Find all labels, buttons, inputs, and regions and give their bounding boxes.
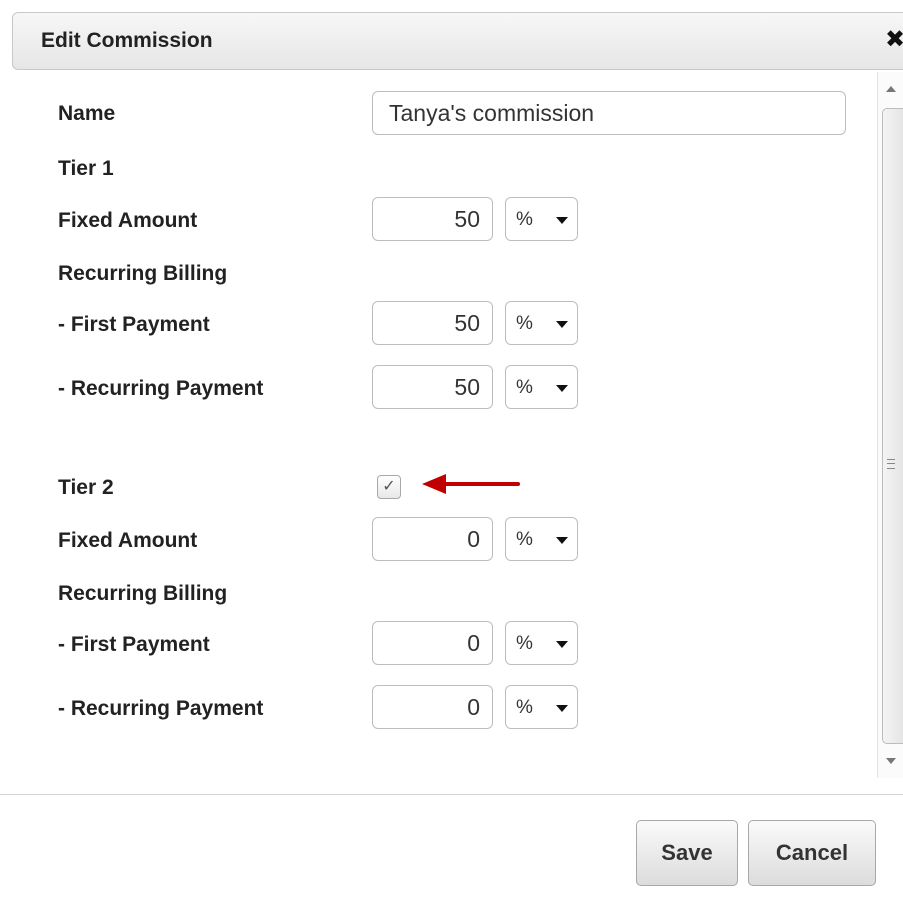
- chevron-down-icon: [556, 321, 568, 328]
- save-button[interactable]: Save: [636, 820, 738, 886]
- chevron-down-icon: [556, 217, 568, 224]
- close-icon[interactable]: ✖: [881, 26, 903, 54]
- tier1-first-payment-input[interactable]: [372, 301, 493, 345]
- name-label: Name: [58, 102, 116, 125]
- tier2-recurring-payment-label: - Recurring Payment: [58, 697, 264, 720]
- scroll-down-arrow-icon[interactable]: [886, 758, 896, 764]
- tier1-recurring-payment-input[interactable]: [372, 365, 493, 409]
- tier1-recurring-billing-label: Recurring Billing: [58, 262, 228, 285]
- scrollbar-thumb[interactable]: [882, 108, 903, 744]
- select-value: %: [516, 313, 533, 334]
- tier2-fixed-amount-unit-select[interactable]: %: [505, 517, 578, 561]
- tier2-recurring-payment-input[interactable]: [372, 685, 493, 729]
- tier1-fixed-amount-unit-select[interactable]: %: [505, 197, 578, 241]
- tier2-recurring-payment-unit-select[interactable]: %: [505, 685, 578, 729]
- tier1-recurring-payment-label: - Recurring Payment: [58, 377, 264, 400]
- tier2-first-payment-label: - First Payment: [58, 633, 210, 656]
- chevron-down-icon: [556, 705, 568, 712]
- tier2-fixed-amount-label: Fixed Amount: [58, 529, 198, 552]
- tier2-first-payment-input[interactable]: [372, 621, 493, 665]
- select-value: %: [516, 697, 533, 718]
- chevron-down-icon: [556, 537, 568, 544]
- select-value: %: [516, 529, 533, 550]
- tier1-label: Tier 1: [58, 157, 114, 180]
- tier1-fixed-amount-input[interactable]: [372, 197, 493, 241]
- footer-divider: [0, 794, 903, 795]
- dialog-body: Name Tier 1 Fixed Amount % Recurring Bil…: [0, 72, 903, 794]
- arrow-head: [422, 474, 446, 494]
- dialog-titlebar: Edit Commission ✖: [12, 12, 903, 70]
- vertical-scrollbar[interactable]: [877, 72, 903, 778]
- cancel-button[interactable]: Cancel: [748, 820, 876, 886]
- tier2-enabled-checkbox[interactable]: ✓: [377, 475, 401, 499]
- name-input[interactable]: [372, 91, 846, 135]
- tier1-first-payment-unit-select[interactable]: %: [505, 301, 578, 345]
- tier1-recurring-payment-unit-select[interactable]: %: [505, 365, 578, 409]
- red-arrow-annotation-icon: [422, 474, 520, 494]
- tier2-first-payment-unit-select[interactable]: %: [505, 621, 578, 665]
- tier2-label: Tier 2: [58, 476, 114, 499]
- grip-icon: [887, 459, 895, 469]
- chevron-down-icon: [556, 641, 568, 648]
- tier2-fixed-amount-input[interactable]: [372, 517, 493, 561]
- tier1-fixed-amount-label: Fixed Amount: [58, 209, 198, 232]
- select-value: %: [516, 633, 533, 654]
- edit-commission-dialog: Edit Commission ✖ Name Tier 1 Fixed Amou…: [0, 0, 903, 909]
- tier2-recurring-billing-label: Recurring Billing: [58, 582, 228, 605]
- chevron-down-icon: [556, 385, 568, 392]
- tier1-first-payment-label: - First Payment: [58, 313, 210, 336]
- select-value: %: [516, 209, 533, 230]
- dialog-title: Edit Commission: [41, 29, 213, 52]
- scroll-up-arrow-icon[interactable]: [886, 86, 896, 92]
- select-value: %: [516, 377, 533, 398]
